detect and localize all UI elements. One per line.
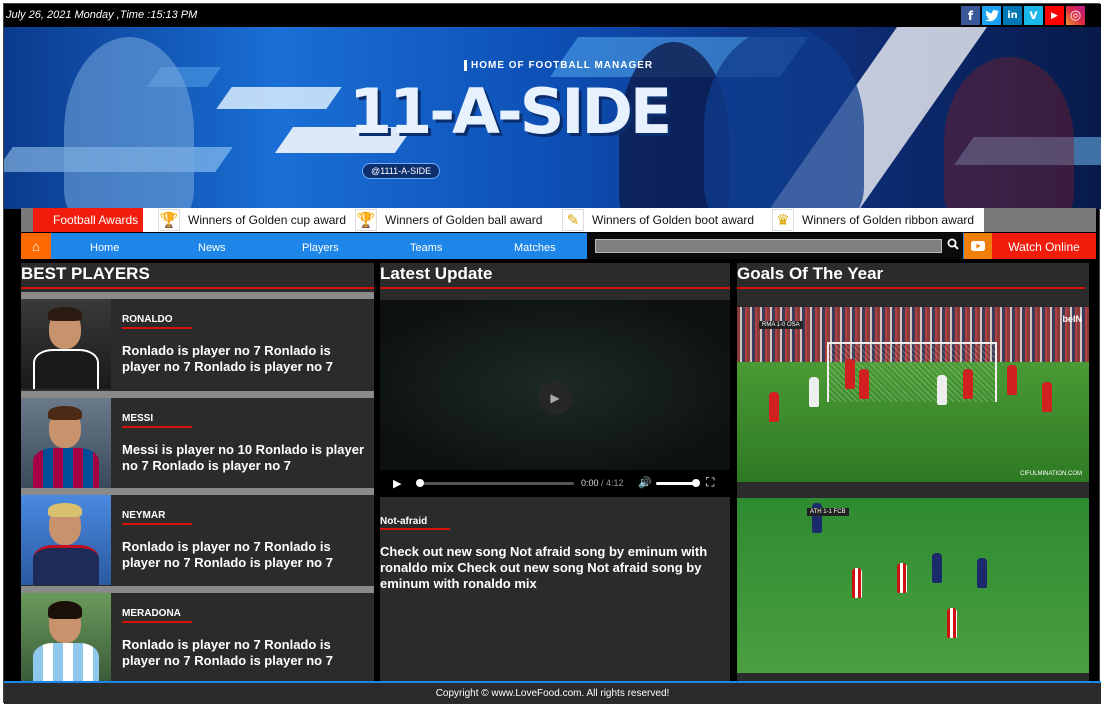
player-photo: [21, 398, 111, 488]
social-links: f in v ▶ ◎: [961, 6, 1085, 25]
play-icon[interactable]: ▶: [393, 477, 401, 490]
goal-video[interactable]: ATH 1-1 FCB: [737, 498, 1089, 673]
watermark: CIFULMINATION.COM: [1020, 471, 1082, 477]
player-photo: [21, 593, 111, 683]
channel-logo: beIN: [1062, 314, 1082, 324]
news-text: Check out new song Not afraid song by em…: [380, 544, 708, 591]
search-bar: [587, 233, 963, 259]
trophy-icon: 🏆: [158, 209, 180, 231]
player-description: Ronlado is player no 7 Ronlado is player…: [122, 343, 333, 374]
award-item[interactable]: 🏆 Winners of Golden ball award: [355, 208, 542, 232]
search-icon[interactable]: [947, 238, 959, 253]
player-photo: [21, 299, 111, 389]
search-input[interactable]: [595, 239, 942, 253]
player-name[interactable]: MERADONA: [122, 608, 181, 619]
nav-item-teams[interactable]: Teams: [410, 233, 442, 259]
youtube-icon[interactable]: ▶: [1045, 6, 1064, 25]
progress-bar[interactable]: [416, 479, 574, 487]
player-image: [704, 27, 864, 209]
awards-ticker: Football Awards 🏆 Winners of Golden cup …: [21, 208, 1096, 232]
home-icon[interactable]: ⌂: [21, 233, 51, 259]
vimeo-icon[interactable]: v: [1024, 6, 1043, 25]
player-description: Ronlado is player no 7 Ronlado is player…: [122, 539, 333, 570]
footer: Copyright © www.LoveFood.com. All rights…: [4, 683, 1101, 704]
site-logo[interactable]: 11-A-SIDE: [349, 75, 672, 148]
nav-item-news[interactable]: News: [198, 233, 226, 259]
goals-section: Goals Of The Year RMA 1-0 OSA beIN CIFUL…: [737, 263, 1089, 685]
twitter-icon[interactable]: [982, 6, 1001, 25]
player-card[interactable]: MERADONA Ronlado is player no 7 Ronlado …: [21, 593, 374, 683]
ball-trophy-icon: 🏆: [355, 209, 377, 231]
player-description: Ronlado is player no 7 Ronlado is player…: [122, 637, 333, 668]
award-label: Winners of Golden ball award: [385, 213, 543, 227]
play-overlay-icon[interactable]: ▶: [538, 381, 572, 415]
nav-item-matches[interactable]: Matches: [514, 233, 556, 259]
news-tag[interactable]: Not-afraid: [380, 516, 427, 527]
date-time: July 26, 2021 Monday ,Time :15:13 PM: [6, 9, 198, 21]
award-label: Winners of Golden boot award: [592, 213, 755, 227]
watch-online-button[interactable]: Watch Online: [992, 233, 1096, 259]
goal-video[interactable]: RMA 1-0 OSA beIN CIFULMINATION.COM: [737, 307, 1089, 482]
video-player[interactable]: ▶ ▶ 0:00 / 4:12 🔊 ⛶: [380, 300, 730, 497]
volume-slider[interactable]: [656, 479, 700, 487]
top-bar: July 26, 2021 Monday ,Time :15:13 PM f i…: [4, 4, 1101, 27]
section-title: BEST PLAYERS: [21, 264, 150, 283]
player-card[interactable]: MESSI Messi is player no 10 Ronlado is p…: [21, 398, 374, 488]
award-item[interactable]: 🏆 Winners of Golden cup award: [158, 208, 346, 232]
linkedin-icon[interactable]: in: [1003, 6, 1022, 25]
youtube-icon[interactable]: [964, 233, 992, 259]
fullscreen-icon[interactable]: ⛶: [706, 475, 714, 490]
hero-banner: HOME OF FOOTBALL MANAGER 11-A-SIDE @1111…: [4, 27, 1101, 209]
page-frame: July 26, 2021 Monday ,Time :15:13 PM f i…: [3, 3, 1101, 704]
volume-icon[interactable]: 🔊: [638, 476, 652, 489]
player-card[interactable]: RONALDO Ronlado is player no 7 Ronlado i…: [21, 299, 374, 389]
main-nav: ⌂ Home News Players Teams Matches Watch …: [21, 233, 1096, 259]
award-item[interactable]: ♛ Winners of Golden ribbon award: [772, 208, 974, 232]
player-image: [944, 57, 1074, 209]
ribbon-icon: ♛: [772, 209, 794, 231]
player-name[interactable]: MESSI: [122, 413, 153, 424]
nav-item-home[interactable]: Home: [90, 233, 119, 259]
player-description: Messi is player no 10 Ronlado is player …: [122, 442, 365, 473]
video-controls: ▶ 0:00 / 4:12 🔊 ⛶: [380, 470, 730, 497]
section-title: Goals Of The Year: [737, 264, 884, 283]
best-players-section: BEST PLAYERS RONALDO Ronlado is player n…: [21, 263, 374, 685]
latest-update-section: Latest Update ▶ ▶ 0:00 / 4:12 🔊 ⛶ Not-af…: [380, 263, 730, 685]
scorebug: ATH 1-1 FCB: [807, 508, 849, 516]
video-time: 0:00 / 4:12: [581, 478, 624, 488]
player-name[interactable]: RONALDO: [122, 314, 173, 325]
banner-subtitle: HOME OF FOOTBALL MANAGER: [464, 60, 653, 71]
facebook-icon[interactable]: f: [961, 6, 980, 25]
boot-icon: ✎: [562, 209, 584, 231]
section-title: Latest Update: [380, 264, 493, 283]
instagram-icon[interactable]: ◎: [1066, 6, 1085, 25]
twitter-handle[interactable]: @1111-A-SIDE: [362, 163, 441, 179]
scorebug: RMA 1-0 OSA: [759, 321, 803, 329]
award-label: Winners of Golden ribbon award: [802, 213, 975, 227]
award-label: Winners of Golden cup award: [188, 213, 347, 227]
award-item[interactable]: ✎ Winners of Golden boot award: [562, 208, 754, 232]
awards-label: Football Awards: [33, 208, 143, 232]
player-name[interactable]: NEYMAR: [122, 510, 165, 521]
player-photo: [21, 495, 111, 585]
player-image: [64, 37, 194, 209]
nav-item-players[interactable]: Players: [302, 233, 339, 259]
player-card[interactable]: NEYMAR Ronlado is player no 7 Ronlado is…: [21, 495, 374, 585]
